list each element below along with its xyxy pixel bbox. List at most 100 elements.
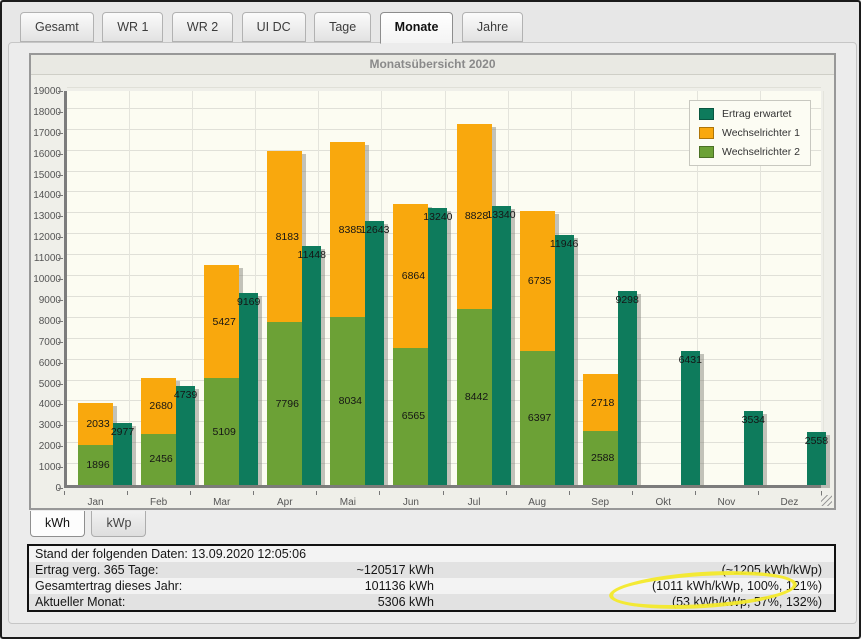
tab-ui-dc[interactable]: UI DC	[242, 12, 306, 42]
legend-item-inverter1: Wechselrichter 1	[699, 127, 800, 139]
bar-value-label: 8442	[465, 391, 488, 403]
pv-monitor-window: { "tabs": { "items": [ { "label": "Gesam…	[0, 0, 861, 639]
y-tick	[58, 384, 63, 385]
expected-yield-bar[interactable]	[681, 351, 700, 485]
y-tick	[58, 446, 63, 447]
y-tick	[58, 237, 63, 238]
tab-monate[interactable]: Monate	[380, 12, 454, 44]
y-tick	[58, 300, 63, 301]
y-tick	[58, 363, 63, 364]
chart-title: Monatsübersicht 2020	[31, 55, 834, 75]
x-tick-label: Jul	[443, 497, 506, 508]
stacked-production-bar[interactable]	[204, 265, 239, 485]
x-tick-label: Mar	[190, 497, 253, 508]
x-tick-label: Dez	[758, 497, 821, 508]
tab-wr2[interactable]: WR 2	[172, 12, 233, 42]
y-tick	[58, 342, 63, 343]
expected-yield-bar[interactable]	[302, 246, 321, 485]
gesamtertrag-extra: (1011 kWh/kWp, 100%, 121%)	[434, 579, 834, 593]
tab-jahre[interactable]: Jahre	[462, 12, 523, 42]
x-tick	[569, 491, 570, 495]
aktueller-monat-label: Aktueller Monat:	[29, 595, 284, 609]
x-tick	[821, 491, 822, 495]
bar-value-label: 7796	[276, 398, 299, 410]
y-tick	[58, 112, 63, 113]
aktueller-monat-extra: (53 kWh/kWp, 57%, 132%)	[434, 595, 834, 609]
tab-gesamt[interactable]: Gesamt	[20, 12, 94, 42]
y-tick-label: 13000	[31, 211, 61, 222]
y-tick	[58, 467, 63, 468]
ertrag-365-value: ~120517 kWh	[284, 563, 434, 577]
bar-value-label: 2977	[111, 426, 134, 438]
stacked-production-bar[interactable]	[78, 403, 113, 485]
x-tick	[758, 491, 759, 495]
stacked-production-bar[interactable]	[141, 378, 176, 485]
expected-yield-bar[interactable]	[239, 293, 258, 485]
tab-tage[interactable]: Tage	[314, 12, 371, 42]
bar-value-label: 6735	[528, 275, 551, 287]
stacked-production-bar[interactable]	[267, 151, 302, 485]
expected-yield-bar[interactable]	[555, 235, 574, 485]
table-row-aktueller-monat: Aktueller Monat: 5306 kWh (53 kWh/kWp, 5…	[29, 594, 834, 610]
stacked-production-bar[interactable]	[457, 124, 492, 485]
bar-value-label: 8034	[339, 395, 362, 407]
bar-value-label: 6864	[402, 270, 425, 282]
bar-value-label: 13240	[423, 211, 452, 223]
expected-yield-bar[interactable]	[428, 208, 447, 485]
y-tick	[58, 425, 63, 426]
y-tick	[58, 488, 63, 489]
gesamtertrag-label: Gesamtertrag dieses Jahr:	[29, 579, 284, 593]
tab-bar: Gesamt WR 1 WR 2 UI DC Tage Monate Jahre	[20, 12, 527, 42]
x-tick	[127, 491, 128, 495]
stacked-production-bar[interactable]	[330, 142, 365, 485]
bar-value-label: 6565	[402, 410, 425, 422]
table-row-gesamtertrag: Gesamtertrag dieses Jahr: 101136 kWh (10…	[29, 578, 834, 594]
y-tick	[58, 258, 63, 259]
gridline-v	[823, 91, 824, 485]
x-tick	[64, 491, 65, 495]
gridline-h	[67, 87, 821, 88]
y-tick	[58, 133, 63, 134]
bar-value-label: 2588	[591, 452, 614, 464]
summary-table: Stand der folgenden Daten: 13.09.2020 12…	[27, 544, 836, 612]
x-tick	[379, 491, 380, 495]
expected-yield-bar[interactable]	[492, 206, 511, 485]
bar-value-label: 5427	[212, 316, 235, 328]
y-tick-label: 2000	[31, 441, 61, 452]
kwh-button[interactable]: kWh	[30, 511, 85, 537]
y-tick-label: 1000	[31, 462, 61, 473]
y-tick	[58, 195, 63, 196]
tab-wr1[interactable]: WR 1	[102, 12, 163, 42]
x-tick	[443, 491, 444, 495]
y-tick-label: 10000	[31, 274, 61, 285]
stacked-production-bar[interactable]	[393, 204, 428, 485]
ertrag-365-label: Ertrag verg. 365 Tage:	[29, 563, 284, 577]
bar-value-label: 13340	[486, 209, 515, 221]
bar-value-label: 9298	[615, 294, 638, 306]
y-tick-label: 9000	[31, 295, 61, 306]
resize-handle-icon[interactable]	[821, 495, 832, 506]
x-tick	[253, 491, 254, 495]
ertrag-365-extra: (~1205 kWh/kWp)	[434, 563, 834, 577]
x-tick-label: Mai	[316, 497, 379, 508]
bar-value-label: 1896	[86, 459, 109, 471]
bar-value-label: 6431	[679, 354, 702, 366]
y-tick-label: 3000	[31, 420, 61, 431]
y-tick-label: 6000	[31, 358, 61, 369]
chart-legend: Ertrag erwartet Wechselrichter 1 Wechsel…	[689, 100, 811, 166]
expected-yield-bar[interactable]	[365, 221, 384, 485]
stacked-production-bar[interactable]	[520, 211, 555, 485]
bar-value-label: 5109	[212, 426, 235, 438]
y-tick-label: 11000	[31, 253, 61, 264]
y-tick-label: 16000	[31, 149, 61, 160]
y-tick	[58, 404, 63, 405]
expected-color-swatch	[699, 108, 714, 120]
bar-value-label: 3534	[742, 414, 765, 426]
y-tick	[58, 279, 63, 280]
legend-label: Wechselrichter 2	[722, 146, 800, 158]
kwp-button[interactable]: kWp	[91, 511, 146, 537]
expected-yield-bar[interactable]	[618, 291, 637, 485]
bar-value-label: 2680	[149, 400, 172, 412]
stacked-production-bar[interactable]	[583, 374, 618, 485]
legend-item-inverter2: Wechselrichter 2	[699, 146, 800, 158]
